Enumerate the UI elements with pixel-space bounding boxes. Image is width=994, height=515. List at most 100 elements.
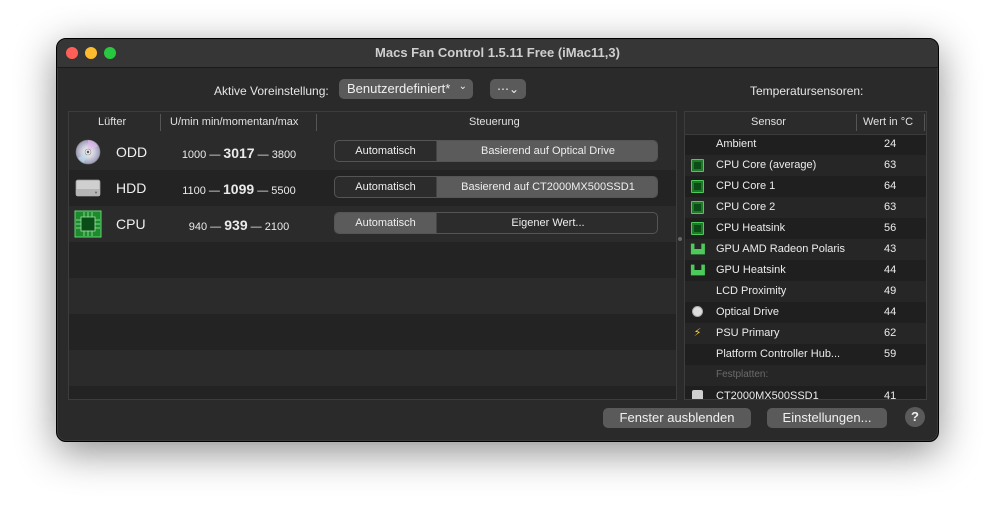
rpm-max: 5500: [271, 185, 296, 197]
empty-row: [69, 278, 676, 314]
sensor-based-button[interactable]: Basierend auf CT2000MX500SSD1: [437, 177, 657, 197]
hide-window-button[interactable]: Fenster ausblenden: [603, 408, 751, 428]
fan-row-odd: ODD 1000 — 3017 — 3800 Automatisch Basie…: [69, 134, 676, 170]
rpm-max: 3800: [271, 149, 297, 161]
lightning-bolt-icon: ⚡: [693, 327, 702, 339]
sensor-row[interactable]: CPU Core 1 64: [685, 176, 926, 197]
sensor-name: Ambient: [716, 138, 757, 150]
help-button[interactable]: ?: [905, 407, 925, 427]
settings-button[interactable]: Einstellungen...: [767, 408, 887, 428]
sensor-name: Optical Drive: [716, 306, 779, 318]
title-bar: Macs Fan Control 1.5.11 Free (iMac11,3): [57, 39, 938, 68]
sensor-value: 49: [884, 285, 897, 297]
auto-button[interactable]: Automatisch: [335, 213, 437, 233]
sensor-table-header: Sensor Wert in °C: [685, 112, 926, 135]
panel-splitter-handle[interactable]: [678, 237, 682, 241]
temperature-sensors-title: Temperatursensoren:: [750, 84, 864, 98]
column-fan[interactable]: Lüfter: [98, 116, 126, 128]
cpu-chip-icon: [74, 210, 102, 238]
sensor-name: LCD Proximity: [716, 285, 787, 297]
sensor-value: 63: [884, 159, 897, 171]
column-sensor[interactable]: Sensor: [751, 116, 786, 128]
empty-row: [69, 314, 676, 350]
fan-name: CPU: [116, 216, 146, 232]
fan-row-hdd: HDD 1100 — 1099 — 5500 Automatisch Basie…: [69, 170, 676, 206]
sensor-row[interactable]: Optical Drive 44: [685, 302, 926, 323]
sensor-row[interactable]: Ambient 24: [685, 134, 926, 155]
sensor-value: 62: [884, 327, 897, 339]
drive-icon: [691, 390, 704, 399]
sensor-row[interactable]: ⚡ PSU Primary 62: [685, 323, 926, 344]
sensor-row[interactable]: CPU Core 2 63: [685, 197, 926, 218]
fan-control-segment: Automatisch Basierend auf Optical Drive: [334, 140, 658, 162]
sensor-name: CPU Core 2: [716, 201, 776, 213]
optical-disc-icon: [691, 306, 704, 319]
sensor-row[interactable]: LCD Proximity 49: [685, 281, 926, 302]
sensor-row[interactable]: ▙▟ GPU AMD Radeon Polaris 43: [685, 239, 926, 260]
fan-control-segment: Automatisch Eigener Wert...: [334, 212, 658, 234]
sensor-name: CPU Heatsink: [716, 222, 786, 234]
fan-name: ODD: [116, 144, 148, 160]
window-title: Macs Fan Control 1.5.11 Free (iMac11,3): [375, 45, 620, 60]
sensor-value: 41: [884, 390, 897, 400]
optical-disc-icon: [75, 139, 101, 165]
hard-drive-icon: [75, 179, 101, 197]
sensor-value: 44: [884, 306, 897, 318]
sensor-value: 63: [884, 201, 897, 213]
column-divider: [160, 114, 161, 131]
auto-button[interactable]: Automatisch: [335, 141, 437, 161]
rpm-max: 2100: [264, 221, 290, 233]
column-divider: [316, 114, 317, 131]
rpm-current: 939: [224, 217, 248, 233]
preset-label: Aktive Voreinstellung:: [214, 84, 329, 98]
cpu-chip-icon: [691, 159, 704, 172]
sensor-value: 44: [884, 264, 897, 276]
empty-row: [69, 350, 676, 386]
preset-value: Benutzerdefiniert*: [347, 81, 451, 96]
rpm-current: 1099: [223, 181, 255, 197]
gpu-card-icon: ▙▟: [691, 244, 705, 254]
preset-options-button[interactable]: ⋯⌄: [490, 79, 526, 99]
cpu-chip-icon: [691, 180, 704, 193]
fan-name: HDD: [116, 180, 147, 196]
sensor-row[interactable]: CPU Core (average) 63: [685, 155, 926, 176]
sensor-based-button[interactable]: Basierend auf Optical Drive: [437, 141, 657, 161]
sensor-table: Sensor Wert in °C Ambient 24 CPU Core (a…: [684, 111, 927, 400]
empty-row: [69, 242, 676, 278]
section-label: Festplatten:: [716, 369, 769, 380]
cpu-chip-icon: [691, 222, 704, 235]
column-rpm[interactable]: U/min min/momentan/max: [170, 116, 298, 128]
section-header-disks: Festplatten:: [685, 365, 926, 386]
sensor-row[interactable]: CT2000MX500SSD1 41: [685, 386, 926, 400]
preset-select[interactable]: Benutzerdefiniert* ⌄: [339, 79, 473, 99]
fan-control-segment: Automatisch Basierend auf CT2000MX500SSD…: [334, 176, 658, 198]
column-control[interactable]: Steuerung: [469, 116, 520, 128]
fan-rpm: 940 — 939 — 2100: [188, 217, 290, 233]
custom-value-button[interactable]: Eigener Wert...: [437, 213, 657, 233]
app-window: Macs Fan Control 1.5.11 Free (iMac11,3) …: [56, 38, 939, 442]
sensor-value: 64: [884, 180, 897, 192]
sensor-row[interactable]: ▙▟ GPU Heatsink 44: [685, 260, 926, 281]
sensor-value: 56: [884, 222, 897, 234]
fan-table-header: Lüfter U/min min/momentan/max Steuerung: [69, 112, 676, 135]
column-value[interactable]: Wert in °C: [863, 116, 913, 128]
fan-table: Lüfter U/min min/momentan/max Steuerung …: [68, 111, 677, 400]
chevron-down-icon: ⌄: [458, 81, 467, 92]
column-divider: [924, 114, 925, 131]
sensor-row[interactable]: Platform Controller Hub... 59: [685, 344, 926, 365]
rpm-current: 3017: [223, 145, 255, 161]
gpu-card-icon: ▙▟: [691, 265, 705, 275]
ellipsis-circle-icon: ⋯⌄: [496, 82, 520, 96]
fan-row-cpu: CPU 940 — 939 — 2100 Automatisch Eigener…: [69, 206, 676, 242]
fan-rpm: 1100 — 1099 — 5500: [182, 181, 296, 197]
sensor-value: 59: [884, 348, 897, 360]
sensor-row[interactable]: CPU Heatsink 56: [685, 218, 926, 239]
sensor-name: GPU AMD Radeon Polaris: [716, 243, 845, 255]
auto-button[interactable]: Automatisch: [335, 177, 437, 197]
rpm-min: 940: [188, 221, 208, 233]
sensor-value: 24: [884, 138, 897, 150]
column-divider: [856, 114, 857, 131]
sensor-name: CPU Core 1: [716, 180, 776, 192]
cpu-chip-icon: [691, 201, 704, 214]
sensor-name: Platform Controller Hub...: [716, 348, 841, 360]
